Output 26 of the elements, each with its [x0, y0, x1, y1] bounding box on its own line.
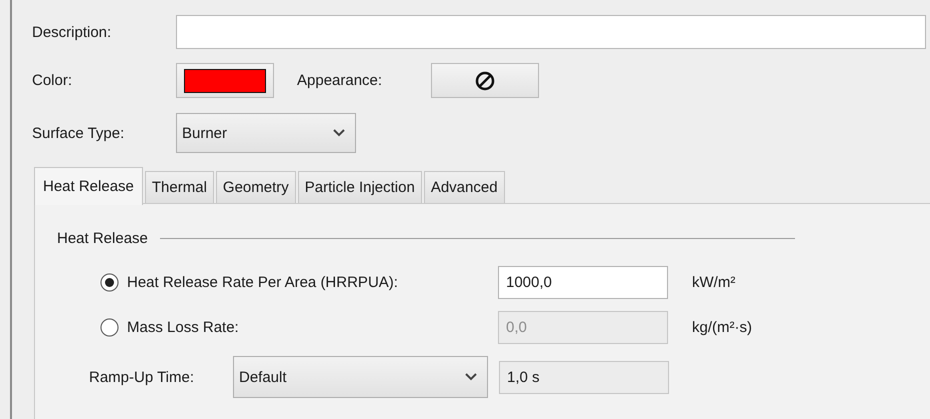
prohibited-icon: [475, 70, 495, 90]
radio-button[interactable]: [100, 273, 119, 292]
group-title: Heat Release: [57, 230, 148, 247]
ramp-up-label: Ramp-Up Time:: [88, 368, 196, 386]
unit-label: kW/m²: [692, 274, 736, 291]
surface-type-label: Surface Type:: [32, 124, 126, 142]
appearance-label: Appearance:: [297, 72, 384, 89]
color-label: Color:: [32, 72, 74, 89]
tab[interactable]: Geometry: [216, 171, 296, 203]
description-label: Description:: [32, 24, 112, 40]
ramp-up-dropdown[interactable]: Default: [233, 356, 488, 398]
radio-label: Mass Loss Rate:: [127, 319, 240, 336]
tab[interactable]: Heat Release: [34, 167, 143, 205]
appearance-button[interactable]: [431, 63, 539, 98]
unit-label: kg/(m²·s): [692, 319, 752, 336]
input-field[interactable]: 1,0 s: [499, 360, 669, 394]
description-field[interactable]: [176, 15, 926, 49]
tab[interactable]: Advanced: [424, 171, 505, 203]
radio-label: Heat Release Rate Per Area (HRRPUA):: [127, 274, 399, 291]
color-button[interactable]: [176, 63, 274, 98]
chevron-down-icon: [333, 129, 345, 137]
tab[interactable]: Thermal: [144, 171, 214, 203]
chevron-down-icon: [465, 373, 477, 381]
input-field[interactable]: 1000,0: [498, 266, 668, 299]
surface-type-dropdown[interactable]: Burner: [176, 113, 356, 153]
tab[interactable]: Particle Injection: [298, 171, 422, 203]
